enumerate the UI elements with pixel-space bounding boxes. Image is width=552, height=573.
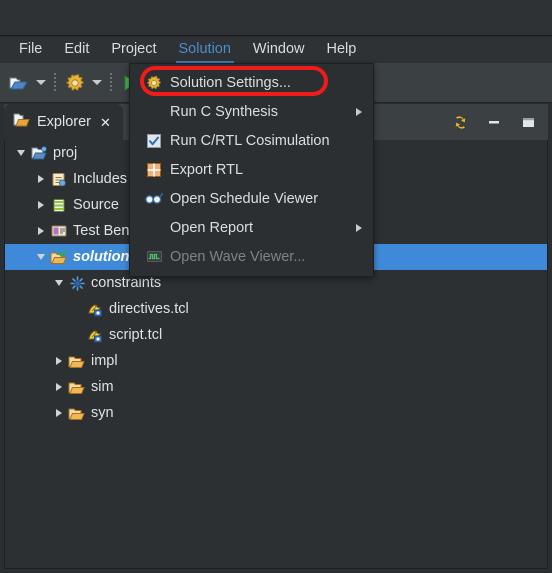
chevron-right-icon[interactable] [51,400,67,426]
chevron-down-icon[interactable] [13,140,29,166]
source-icon [49,198,69,213]
menu-edit[interactable]: Edit [53,38,100,62]
menu-project[interactable]: Project [100,38,167,62]
menu-item-run-c-synthesis[interactable]: Run C Synthesis [130,97,373,126]
menu-item-open-schedule-viewer[interactable]: Open Schedule Viewer [130,184,373,213]
menu-item-label: Open Schedule Viewer [170,190,319,207]
schedule-viewer-icon [142,192,166,205]
tree-label: constraints [91,275,162,291]
tree-label: solution1 [73,249,138,265]
explorer-icon [13,112,30,133]
menu-file[interactable]: File [8,38,53,62]
tab-explorer-label: Explorer [37,114,91,130]
gear-icon[interactable] [62,70,88,96]
gear-dropdown-arrow[interactable] [90,70,104,96]
tab-explorer[interactable]: Explorer ✕ [4,104,123,140]
menu-item-label: Run C Synthesis [170,103,278,120]
toolbar-separator [110,72,112,93]
minimize-icon[interactable] [484,112,504,132]
tree-row-sim[interactable]: sim [5,374,547,400]
menu-item-label: Run C/RTL Cosimulation [170,132,330,149]
view-action-bar [450,104,546,140]
menu-item-label: Solution Settings... [170,74,291,91]
submenu-arrow-icon [356,107,362,116]
menu-window[interactable]: Window [242,38,316,62]
tree-label: sim [91,379,114,395]
folder-icon [67,354,87,369]
tree-label: Source [73,197,119,213]
refresh-icon[interactable] [450,112,470,132]
folder-icon [67,406,87,421]
constraints-icon [67,275,87,291]
tree-row-impl[interactable]: impl [5,348,547,374]
chevron-down-icon[interactable] [51,270,67,296]
menu-item-open-report[interactable]: Open Report [130,213,373,242]
title-bar [0,0,552,36]
tree-row-syn[interactable]: syn [5,400,547,426]
toolbar-separator [54,72,56,93]
tcl-file-icon [85,302,105,317]
menu-solution[interactable]: Solution [168,38,242,63]
tree-label: directives.tcl [109,301,189,317]
chevron-right-icon[interactable] [33,192,49,218]
tree-label: script.tcl [109,327,163,343]
menu-item-label: Open Report [170,219,254,236]
menu-item-solution-settings[interactable]: Solution Settings... [130,68,373,97]
gear-icon [142,75,166,91]
chevron-right-icon[interactable] [51,374,67,400]
tree-row-script-tcl[interactable]: script.tcl [5,322,547,348]
chevron-right-icon[interactable] [51,348,67,374]
folder-icon [67,380,87,395]
tree-label: Includes [73,171,128,187]
menu-item-open-wave-viewer: Open Wave Viewer... [130,242,373,271]
tree-label: impl [91,353,118,369]
includes-icon [49,172,69,187]
tree-label: proj [53,145,78,161]
tree-label: syn [91,405,114,421]
tree-row-directives-tcl[interactable]: directives.tcl [5,296,547,322]
wave-viewer-icon [142,250,166,263]
tcl-file-icon [85,328,105,343]
checkbox-icon[interactable] [142,133,166,148]
grid-orange-icon [142,162,166,177]
menu-item-label: Export RTL [170,161,244,178]
submenu-arrow-icon [356,223,362,232]
menu-help[interactable]: Help [316,38,368,62]
chevron-down-icon[interactable] [33,244,49,270]
chevron-right-icon[interactable] [33,166,49,192]
menu-item-label: Open Wave Viewer... [170,248,306,265]
maximize-icon[interactable] [518,112,538,132]
application-window: File Edit Project Solution Window Help E… [0,0,552,573]
chevron-right-icon[interactable] [33,218,49,244]
solution-dropdown-menu: Solution Settings... Run C Synthesis Run… [129,63,374,277]
menu-bar: File Edit Project Solution Window Help [0,37,552,63]
solution-icon [49,249,69,265]
close-icon[interactable]: ✕ [100,116,111,129]
menu-item-run-c-rtl-cosimulation[interactable]: Run C/RTL Cosimulation [130,126,373,155]
open-folder-dropdown-arrow[interactable] [34,70,48,96]
menu-item-export-rtl[interactable]: Export RTL [130,155,373,184]
testbench-icon [49,224,69,238]
open-folder-icon[interactable] [6,70,32,96]
project-icon [29,145,49,161]
